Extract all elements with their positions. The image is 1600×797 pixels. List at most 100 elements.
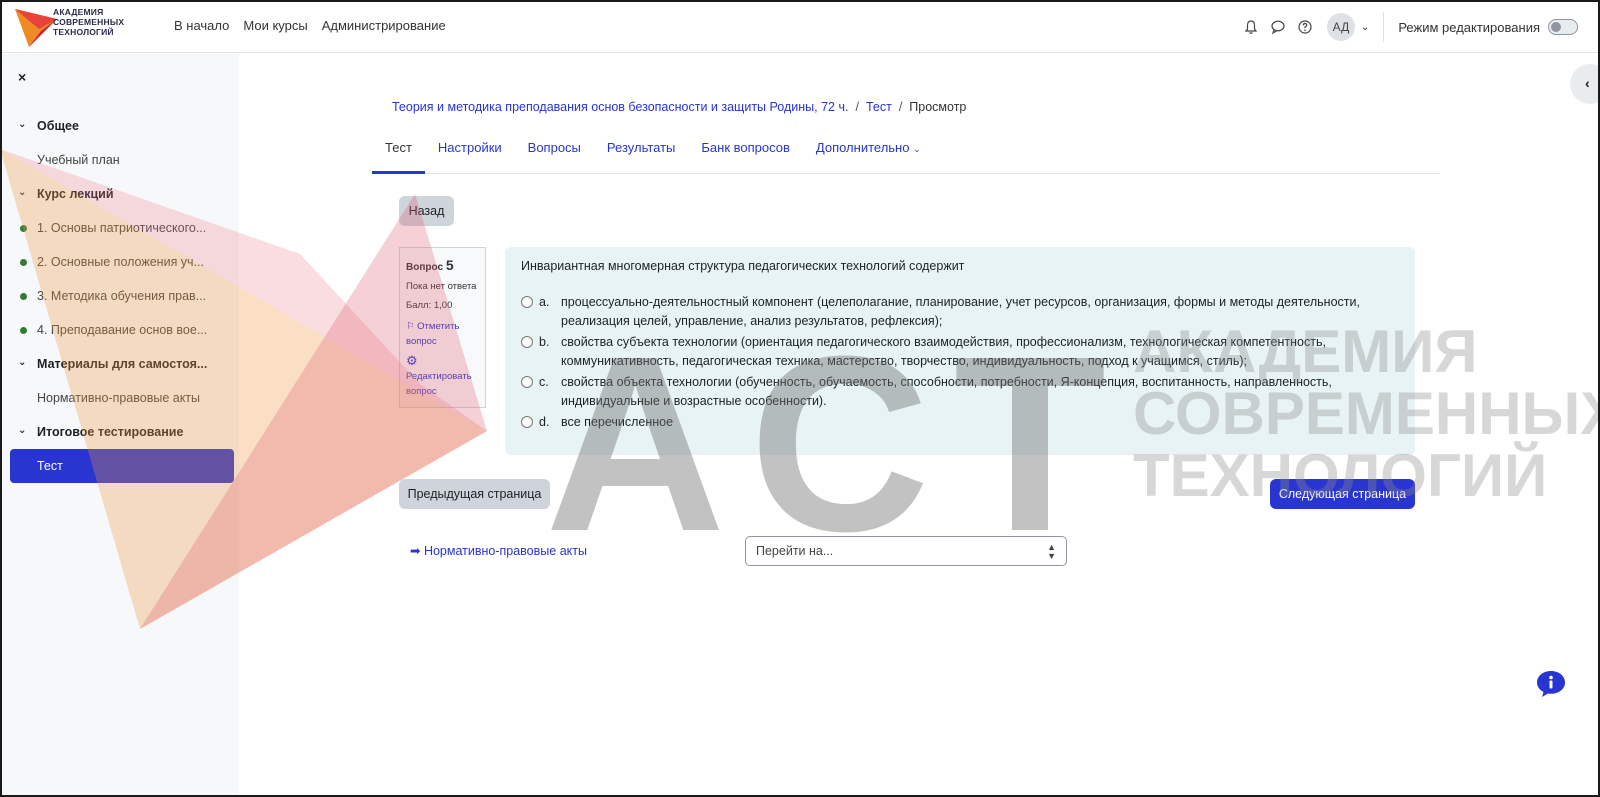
tab-more[interactable]: Дополнительно ⌄	[803, 136, 934, 173]
previous-activity-link[interactable]: ➡ Нормативно-правовые акты	[410, 543, 587, 558]
breadcrumb-course-link[interactable]: Теория и методика преподавания основ без…	[392, 100, 848, 114]
chevron-down-icon[interactable]: ⌄	[18, 119, 26, 130]
answer-option-d[interactable]: d. все перечисленное	[521, 413, 1399, 432]
tab-question-bank[interactable]: Банк вопросов	[688, 136, 803, 173]
chevron-left-icon: ‹	[1585, 75, 1590, 91]
question-number-value: 5	[445, 257, 454, 273]
chevron-down-icon[interactable]: ⌄	[18, 357, 26, 368]
tab-more-label: Дополнительно	[815, 140, 910, 155]
answer-text: процессуально-деятельностный компонент (…	[561, 295, 1360, 328]
completion-dot-icon	[20, 259, 27, 266]
flag-icon: ⚐	[406, 321, 415, 332]
section-general[interactable]: ⌄ Общее	[10, 109, 234, 143]
logo-line-2: СОВРЕМЕННЫХ	[53, 17, 125, 27]
completion-dot-icon	[20, 327, 27, 334]
breadcrumb-separator: /	[855, 100, 859, 114]
activity-label: 1. Основы патриотического...	[37, 221, 207, 235]
activity-lecture-3[interactable]: 3. Методика обучения прав...	[10, 279, 234, 313]
nav-home[interactable]: В начало	[174, 18, 229, 33]
section-label: Курс лекций	[37, 187, 114, 201]
answer-radio[interactable]	[521, 296, 533, 308]
breadcrumb: Теория и методика преподавания основ без…	[392, 100, 966, 114]
secondary-nav-tabs: Тест Настройки Вопросы Результаты Банк в…	[372, 136, 1440, 174]
back-button[interactable]: Назад	[399, 196, 454, 226]
answer-letter: d.	[539, 415, 550, 429]
answer-text: свойства объекта технологии (обученность…	[561, 375, 1332, 408]
edit-mode-toggle[interactable]	[1548, 19, 1578, 35]
primary-nav: В начало Мои курсы Администрирование	[174, 18, 446, 33]
question-content: Инвариантная многомерная структура педаг…	[505, 247, 1415, 455]
activity-label: Учебный план	[37, 153, 120, 167]
question-info-panel: Вопрос 5 Пока нет ответа Балл: 1,00 ⚐ От…	[399, 247, 486, 408]
user-avatar[interactable]: АД	[1326, 13, 1355, 41]
nav-administration[interactable]: Администрирование	[322, 18, 446, 33]
activity-lecture-2[interactable]: 2. Основные положения уч...	[10, 245, 234, 279]
section-final-testing[interactable]: ⌄ Итоговое тестирование	[10, 415, 234, 449]
answer-option-c[interactable]: c. свойства объекта технологии (обученно…	[521, 373, 1399, 411]
answer-letter: c.	[539, 375, 549, 389]
select-arrows-icon: ▲ ▼	[1047, 542, 1056, 561]
tab-results[interactable]: Результаты	[594, 136, 688, 173]
section-label: Материалы для самостоя...	[37, 357, 208, 371]
info-chat-bubble-icon[interactable]	[1535, 669, 1567, 699]
chat-icon[interactable]	[1270, 19, 1286, 35]
activity-test-active[interactable]: Тест	[10, 449, 234, 483]
gear-icon[interactable]: ⚙	[406, 353, 479, 369]
question-text: Инвариантная многомерная структура педаг…	[521, 259, 965, 273]
activity-label: 3. Методика обучения прав...	[37, 289, 207, 303]
section-lectures[interactable]: ⌄ Курс лекций	[10, 177, 234, 211]
tab-settings[interactable]: Настройки	[425, 136, 515, 173]
activity-label: 4. Преподавание основ вое...	[37, 323, 208, 337]
answer-letter: a.	[539, 295, 550, 309]
edit-mode-label: Режим редактирования	[1398, 19, 1540, 35]
logo-text: АКАДЕМИЯ СОВРЕМЕННЫХ ТЕХНОЛОГИЙ	[53, 7, 124, 37]
activity-lecture-4[interactable]: 4. Преподавание основ вое...	[10, 313, 234, 347]
top-navbar: АКАДЕМИЯ СОВРЕМЕННЫХ ТЕХНОЛОГИЙ В начало…	[0, 0, 1600, 53]
breadcrumb-current: Просмотр	[909, 100, 967, 114]
navbar-right: АД ⌄ Режим редактирования	[1232, 12, 1578, 42]
course-index-list: ⌄ Общее Учебный план ⌄ Курс лекций 1. Ос…	[10, 109, 234, 483]
activity-lecture-1[interactable]: 1. Основы патриотического...	[10, 211, 234, 245]
activity-label: Нормативно-правовые акты	[37, 391, 201, 405]
help-circle-icon[interactable]	[1297, 19, 1313, 35]
previous-page-button[interactable]: Предыдущая страница	[399, 479, 550, 509]
section-label: Общее	[37, 119, 79, 133]
answer-letter: b.	[539, 335, 550, 349]
activity-legal-acts[interactable]: Нормативно-правовые акты	[10, 381, 234, 415]
user-menu-chevron-icon[interactable]: ⌄	[1361, 22, 1369, 33]
completion-dot-icon	[20, 293, 27, 300]
chevron-down-icon[interactable]: ⌄	[18, 187, 26, 198]
answer-radio[interactable]	[521, 376, 533, 388]
answer-radio[interactable]	[521, 416, 533, 428]
chevron-down-icon: ⌄	[913, 144, 921, 154]
answer-text: все перечисленное	[561, 415, 674, 429]
navbar-divider	[1383, 12, 1385, 42]
breadcrumb-separator: /	[898, 100, 903, 114]
next-page-button[interactable]: Следующая страница	[1270, 479, 1415, 509]
answer-option-a[interactable]: a. процессуально-деятельностный компонен…	[521, 293, 1399, 331]
question-status: Пока нет ответа	[406, 281, 477, 292]
close-drawer-icon[interactable]: ×	[18, 69, 26, 85]
activity-label: 2. Основные положения уч...	[37, 255, 204, 269]
bell-icon[interactable]	[1243, 19, 1259, 35]
tab-questions[interactable]: Вопросы	[515, 136, 594, 173]
question-score: Балл: 1,00	[406, 300, 453, 311]
activity-study-plan[interactable]: Учебный план	[10, 143, 234, 177]
section-self-study[interactable]: ⌄ Материалы для самостоя...	[10, 347, 234, 381]
answer-text: свойства субъекта технологии (ориентация…	[561, 335, 1326, 368]
question-label: Вопрос	[406, 262, 444, 273]
answer-radio[interactable]	[521, 336, 533, 348]
open-block-drawer-button[interactable]: ‹	[1570, 64, 1600, 104]
course-index-drawer: × ⌄ Общее Учебный план ⌄ Курс лекций 1. …	[0, 54, 239, 797]
completion-dot-icon	[20, 225, 27, 232]
nav-my-courses[interactable]: Мои курсы	[243, 18, 307, 33]
answer-option-b[interactable]: b. свойства субъекта технологии (ориента…	[521, 333, 1399, 371]
chevron-down-icon[interactable]: ⌄	[18, 425, 26, 436]
breadcrumb-quiz-link[interactable]: Тест	[866, 100, 892, 114]
jump-to-select[interactable]: Перейти на... ▲ ▼	[745, 536, 1067, 566]
edit-question-link[interactable]: Редактировать вопрос	[406, 369, 479, 399]
flag-question-link[interactable]: ⚐ Отметить вопрос	[406, 319, 479, 349]
tab-quiz[interactable]: Тест	[372, 136, 425, 174]
logo-line-1: АКАДЕМИЯ	[53, 7, 104, 17]
logo-line-3: ТЕХНОЛОГИЙ	[53, 27, 114, 37]
